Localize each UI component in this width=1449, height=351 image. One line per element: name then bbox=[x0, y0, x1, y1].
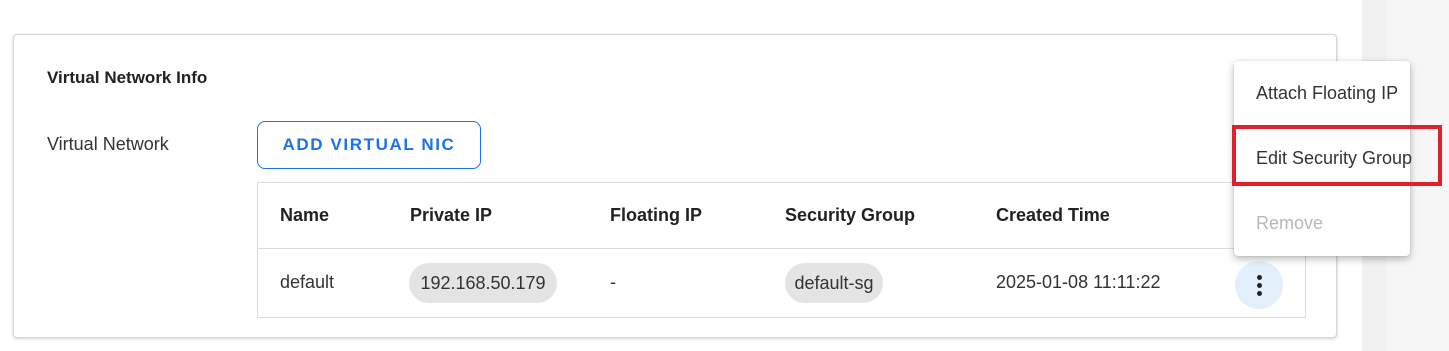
menu-item-attach-floating-ip[interactable]: Attach Floating IP bbox=[1234, 61, 1410, 125]
nic-name-cell: default bbox=[280, 272, 335, 292]
kebab-dot bbox=[1256, 290, 1262, 296]
column-header-created-time: Created Time bbox=[996, 205, 1110, 225]
row-actions-menu: Attach Floating IP Edit Security Group R… bbox=[1234, 61, 1412, 256]
security-group-chip: default-sg bbox=[785, 263, 883, 303]
kebab-dot bbox=[1256, 274, 1262, 280]
virtual-network-card: Virtual Network Info Virtual Network ADD… bbox=[13, 34, 1337, 338]
column-header-name: Name bbox=[280, 205, 330, 225]
created-time-cell: 2025-01-08 11:11:22 bbox=[996, 272, 1161, 292]
virtual-nic-table: Name Private IP Floating IP Security Gro… bbox=[257, 182, 1306, 318]
private-ip-chip: 192.168.50.179 bbox=[409, 263, 557, 303]
kebab-dot bbox=[1256, 282, 1262, 288]
more-vertical-icon[interactable] bbox=[1235, 261, 1283, 309]
menu-item-remove: Remove bbox=[1256, 212, 1324, 233]
add-virtual-nic-button[interactable]: ADD VIRTUAL NIC bbox=[257, 121, 481, 169]
column-header-floating-ip: Floating IP bbox=[610, 205, 702, 225]
floating-ip-cell: - bbox=[610, 272, 616, 292]
column-header-security-group: Security Group bbox=[785, 205, 916, 225]
card-title: Virtual Network Info bbox=[47, 68, 208, 87]
table-header-row: Name Private IP Floating IP Security Gro… bbox=[258, 183, 1305, 249]
menu-item-edit-security-group[interactable]: Edit Security Group bbox=[1234, 126, 1412, 190]
table-row: default 192.168.50.179 - default-sg 2025… bbox=[258, 248, 1305, 318]
column-header-private-ip: Private IP bbox=[410, 205, 493, 225]
virtual-network-label: Virtual Network bbox=[47, 134, 169, 154]
